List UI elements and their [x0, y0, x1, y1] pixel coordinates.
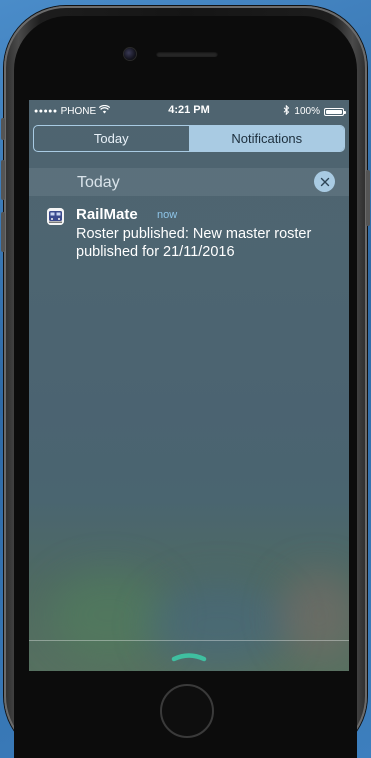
- blur-blob: [149, 580, 289, 670]
- earpiece-speaker: [156, 51, 218, 57]
- mute-switch: [1, 118, 5, 140]
- section-title: Today: [77, 174, 120, 191]
- train-app-icon: [47, 208, 64, 225]
- status-right: 100%: [283, 104, 346, 118]
- notification-app-name: RailMate: [76, 206, 138, 223]
- volume-down-button: [1, 212, 5, 252]
- bluetooth-icon: [283, 104, 290, 118]
- front-camera: [124, 48, 136, 60]
- tab-today[interactable]: Today: [34, 126, 189, 151]
- home-button[interactable]: [160, 684, 214, 738]
- chevron-up-icon[interactable]: [171, 649, 207, 662]
- tab-notifications[interactable]: Notifications: [189, 126, 344, 151]
- battery-percent: 100%: [294, 106, 320, 117]
- battery-icon: [324, 107, 346, 116]
- close-icon: [320, 177, 329, 186]
- clear-notifications-button[interactable]: [314, 171, 335, 192]
- view-segmented-control: Today Notifications: [33, 125, 345, 152]
- section-header: Today: [29, 168, 349, 196]
- volume-up-button: [1, 160, 5, 200]
- bottom-divider: [29, 640, 349, 641]
- notification-item[interactable]: RailMate now Roster published: New maste…: [29, 204, 349, 274]
- notification-center-screen: ●●●●● PHONE 4:21 PM 100% Today Notificat…: [29, 100, 349, 671]
- notification-body: Roster published: New master roster publ…: [76, 226, 312, 260]
- notification-time: now: [157, 209, 178, 221]
- power-button: [366, 170, 370, 226]
- status-bar: ●●●●● PHONE 4:21 PM 100%: [29, 100, 349, 120]
- blur-blob: [279, 570, 349, 660]
